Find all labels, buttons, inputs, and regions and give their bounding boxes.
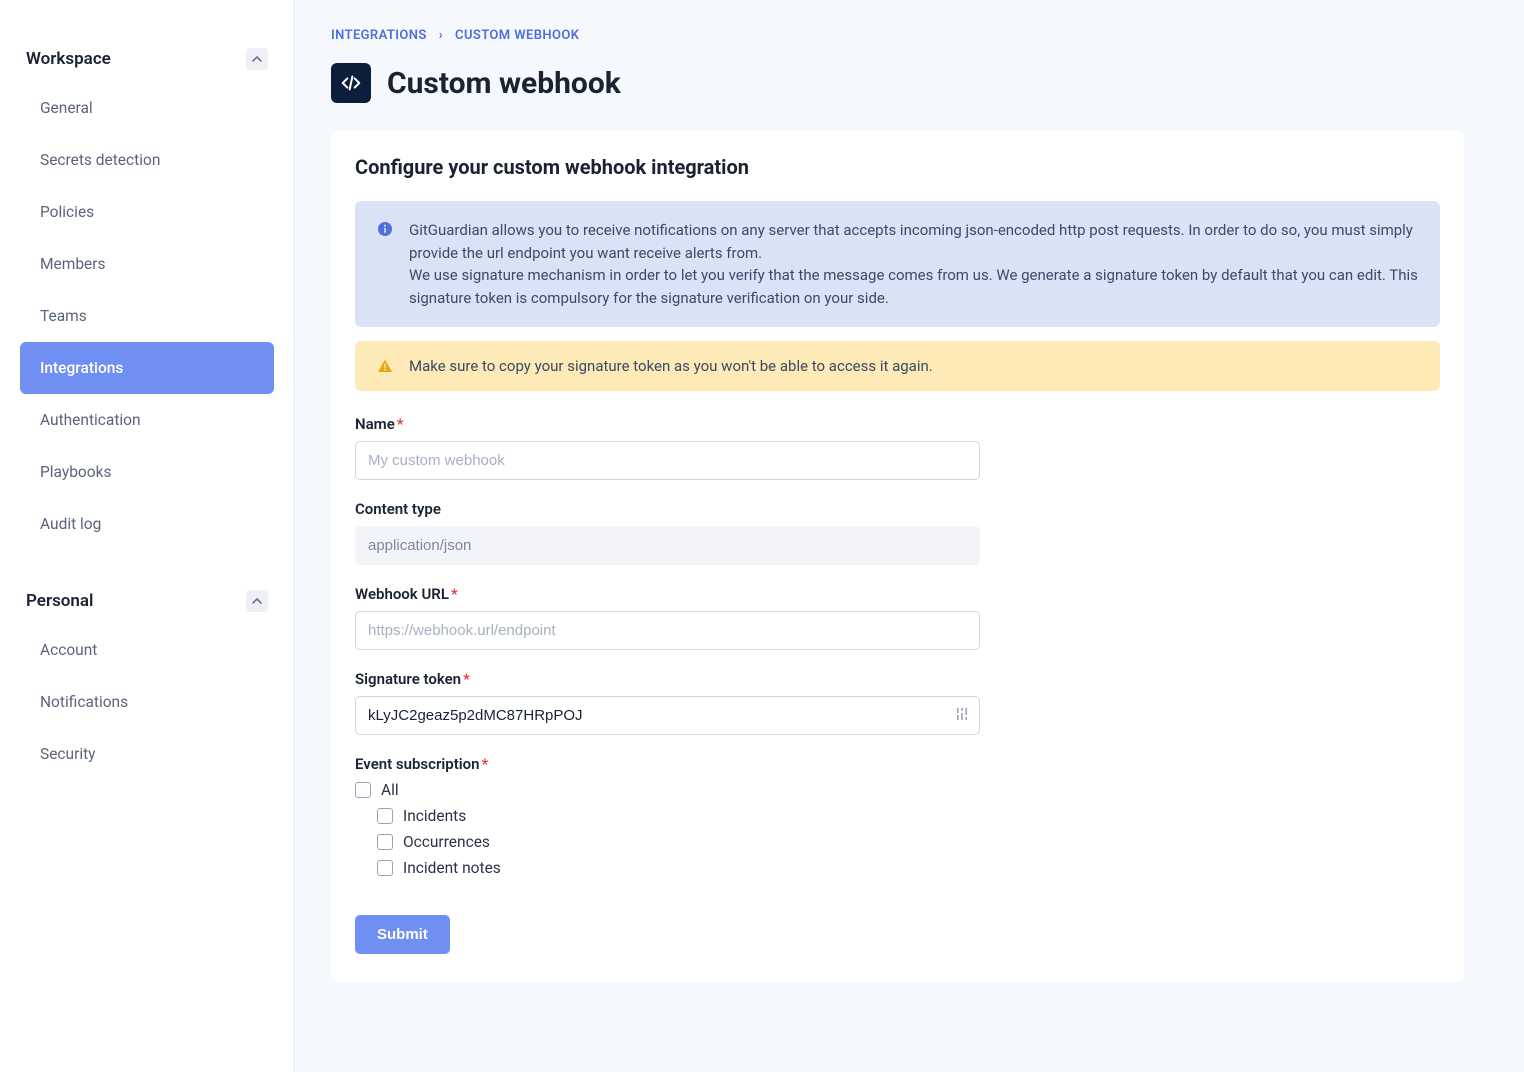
- sidebar-item-secrets-detection[interactable]: Secrets detection: [20, 134, 274, 186]
- sidebar-item-audit-log[interactable]: Audit log: [20, 498, 274, 550]
- sidebar-list-personal: Account Notifications Security: [20, 624, 274, 780]
- signature-token-input[interactable]: [355, 696, 980, 735]
- incidents-label: Incidents: [403, 807, 466, 825]
- sidebar-section-title: Personal: [26, 591, 93, 611]
- info-icon: [377, 221, 393, 237]
- occurrences-checkbox[interactable]: [377, 834, 393, 850]
- field-signature-token: Signature token*: [355, 670, 1440, 735]
- submit-button[interactable]: Submit: [355, 915, 450, 954]
- info-text: GitGuardian allows you to receive notifi…: [409, 219, 1418, 309]
- incidents-checkbox[interactable]: [377, 808, 393, 824]
- sidebar-item-general[interactable]: General: [20, 82, 274, 134]
- checkbox-incident-notes-row[interactable]: Incident notes: [377, 859, 1440, 877]
- sidebar-item-account[interactable]: Account: [20, 624, 274, 676]
- sidebar-item-security[interactable]: Security: [20, 728, 274, 780]
- all-checkbox[interactable]: [355, 782, 371, 798]
- main-content: INTEGRATIONS › CUSTOM WEBHOOK Custom web…: [295, 0, 1524, 1072]
- checkbox-occurrences-row[interactable]: Occurrences: [377, 833, 1440, 851]
- warning-icon: [377, 358, 393, 374]
- label-webhook-url: Webhook URL*: [355, 585, 1440, 603]
- sidebar-list-workspace: General Secrets detection Policies Membe…: [20, 82, 274, 550]
- name-input[interactable]: [355, 441, 980, 480]
- label-signature-token: Signature token*: [355, 670, 1440, 688]
- breadcrumb-integrations[interactable]: INTEGRATIONS: [331, 28, 427, 43]
- checkbox-all-row[interactable]: All: [355, 781, 1440, 799]
- chevron-up-icon[interactable]: [246, 590, 268, 612]
- sidebar-item-members[interactable]: Members: [20, 238, 274, 290]
- breadcrumb: INTEGRATIONS › CUSTOM WEBHOOK: [331, 28, 1464, 43]
- label-name: Name*: [355, 415, 1440, 433]
- code-icon: [331, 63, 371, 103]
- warning-banner: Make sure to copy your signature token a…: [355, 341, 1440, 391]
- field-event-subscription: Event subscription* All Incidents Occurr…: [355, 755, 1440, 877]
- page-header: Custom webhook: [331, 63, 1464, 103]
- sidebar-item-authentication[interactable]: Authentication: [20, 394, 274, 446]
- info-banner: GitGuardian allows you to receive notifi…: [355, 201, 1440, 327]
- sidebar-item-playbooks[interactable]: Playbooks: [20, 446, 274, 498]
- config-card: Configure your custom webhook integratio…: [331, 131, 1464, 982]
- occurrences-label: Occurrences: [403, 833, 490, 851]
- sidebar-section-personal[interactable]: Personal: [20, 590, 274, 612]
- sidebar-item-integrations[interactable]: Integrations: [20, 342, 274, 394]
- incident-notes-checkbox[interactable]: [377, 860, 393, 876]
- sidebar-section-title: Workspace: [26, 49, 111, 69]
- card-title: Configure your custom webhook integratio…: [355, 155, 1440, 179]
- content-type-input: [355, 526, 980, 565]
- field-name: Name*: [355, 415, 1440, 480]
- chevron-up-icon[interactable]: [246, 48, 268, 70]
- sidebar-item-notifications[interactable]: Notifications: [20, 676, 274, 728]
- breadcrumb-current: CUSTOM WEBHOOK: [455, 28, 579, 43]
- sidebar: Workspace General Secrets detection Poli…: [0, 0, 295, 1072]
- all-label: All: [381, 781, 399, 799]
- incident-notes-label: Incident notes: [403, 859, 501, 877]
- page-title: Custom webhook: [387, 66, 621, 101]
- field-webhook-url: Webhook URL*: [355, 585, 1440, 650]
- regenerate-icon[interactable]: [954, 706, 970, 726]
- label-event-subscription: Event subscription*: [355, 755, 1440, 773]
- checkbox-incidents-row[interactable]: Incidents: [377, 807, 1440, 825]
- sidebar-item-policies[interactable]: Policies: [20, 186, 274, 238]
- field-content-type: Content type: [355, 500, 1440, 565]
- label-content-type: Content type: [355, 500, 1440, 518]
- sidebar-item-teams[interactable]: Teams: [20, 290, 274, 342]
- warning-text: Make sure to copy your signature token a…: [409, 357, 933, 375]
- sidebar-section-workspace[interactable]: Workspace: [20, 48, 274, 70]
- webhook-url-input[interactable]: [355, 611, 980, 650]
- chevron-right-icon: ›: [439, 28, 443, 43]
